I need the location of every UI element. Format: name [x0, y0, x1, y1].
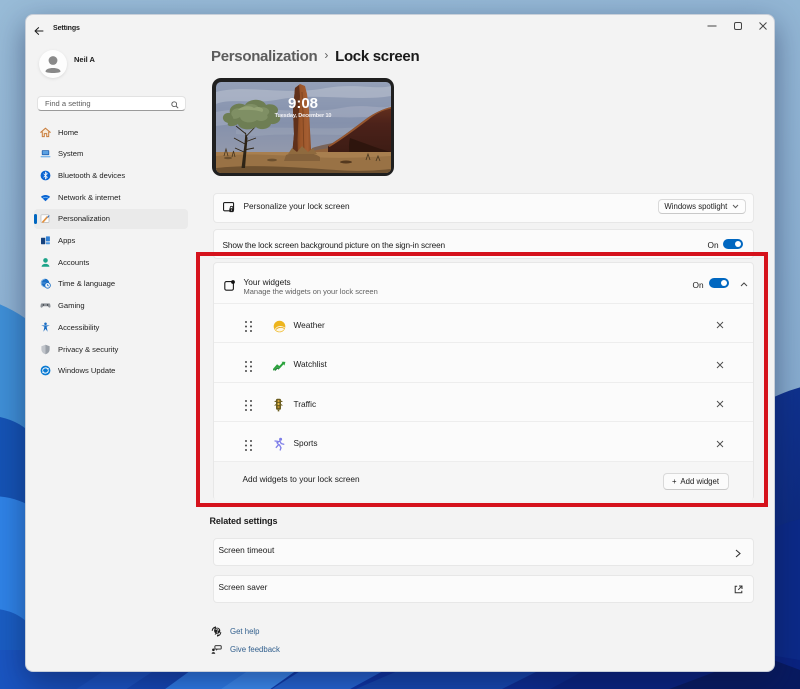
svg-text:Tuesday, December 10: Tuesday, December 10	[274, 113, 331, 119]
svg-text:9:08: 9:08	[287, 95, 317, 112]
